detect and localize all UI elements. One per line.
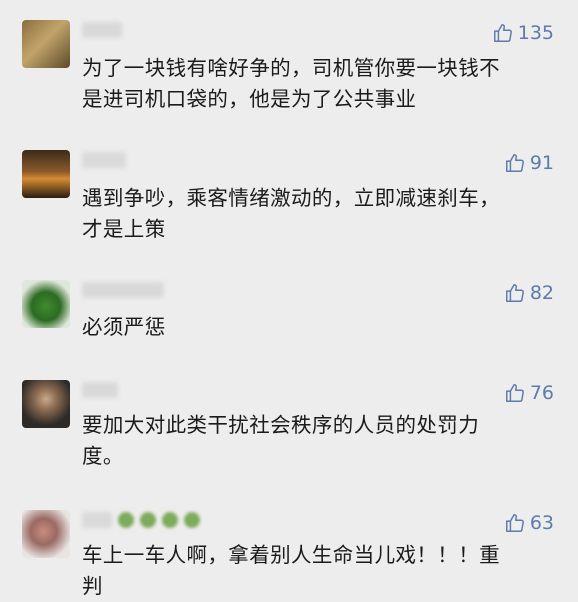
comment-item: 82 必须严惩 <box>0 260 578 360</box>
avatar[interactable] <box>22 20 70 68</box>
comment-line: 为了一块钱有啥好争的，司机管你要一块钱不 <box>82 56 500 80</box>
thumbs-up-icon <box>505 284 524 302</box>
comment-line: 是进司机口袋的，他是为了公共事业 <box>82 87 417 111</box>
avatar[interactable] <box>22 150 70 198</box>
like-button[interactable]: 91 <box>504 152 554 174</box>
thumbs-up-icon <box>505 384 524 402</box>
avatar[interactable] <box>22 280 70 328</box>
comment-text: 车上一车人啊，拿着别人生命当儿戏！！！重 判 <box>82 540 558 602</box>
like-count: 91 <box>529 152 554 174</box>
like-count: 135 <box>517 22 554 44</box>
nickname-blurred[interactable] <box>82 512 112 528</box>
comment-line: 车上一车人啊，拿着别人生命当儿戏！！！重 <box>82 543 500 567</box>
like-button[interactable]: 135 <box>492 22 554 44</box>
comment-text: 必须严惩 <box>82 312 558 343</box>
avatar[interactable] <box>22 380 70 428</box>
thumbs-up-icon <box>493 24 512 42</box>
comment-line: 才是上策 <box>82 217 166 241</box>
nickname-blurred[interactable] <box>82 152 126 168</box>
comment-list: 135 为了一块钱有啥好争的，司机管你要一块钱不 是进司机口袋的，他是为了公共事… <box>0 0 578 599</box>
comment-line: 遇到争吵，乘客情绪激动的，立即减速刹车， <box>82 186 500 210</box>
comment-item: 91 遇到争吵，乘客情绪激动的，立即减速刹车， 才是上策 <box>0 130 578 260</box>
comment-text: 要加大对此类干扰社会秩序的人员的处罚力 度。 <box>82 410 558 472</box>
nickname-blurred[interactable] <box>82 382 118 398</box>
comment-line: 判 <box>82 574 103 598</box>
comment-item: 63 车上一车人啊，拿着别人生命当儿戏！！！重 判 <box>0 490 578 599</box>
avatar[interactable] <box>22 510 70 558</box>
like-count: 76 <box>529 382 554 404</box>
comment-line: 必须严惩 <box>82 315 166 339</box>
thumbs-up-icon <box>505 154 524 172</box>
nickname-emoji-decoration <box>118 512 218 528</box>
comment-text: 遇到争吵，乘客情绪激动的，立即减速刹车， 才是上策 <box>82 183 558 245</box>
like-count: 82 <box>529 282 554 304</box>
comment-line: 度。 <box>82 444 124 468</box>
like-count: 63 <box>529 512 554 534</box>
thumbs-up-icon <box>505 514 524 532</box>
comment-item: 135 为了一块钱有啥好争的，司机管你要一块钱不 是进司机口袋的，他是为了公共事… <box>0 0 578 130</box>
nickname-blurred[interactable] <box>82 282 164 298</box>
comment-text: 为了一块钱有啥好争的，司机管你要一块钱不 是进司机口袋的，他是为了公共事业 <box>82 53 558 115</box>
nickname-blurred[interactable] <box>82 22 122 38</box>
like-button[interactable]: 76 <box>504 382 554 404</box>
like-button[interactable]: 82 <box>504 282 554 304</box>
comment-item: 76 要加大对此类干扰社会秩序的人员的处罚力 度。 <box>0 360 578 490</box>
comment-line: 要加大对此类干扰社会秩序的人员的处罚力 <box>82 413 480 437</box>
like-button[interactable]: 63 <box>504 512 554 534</box>
